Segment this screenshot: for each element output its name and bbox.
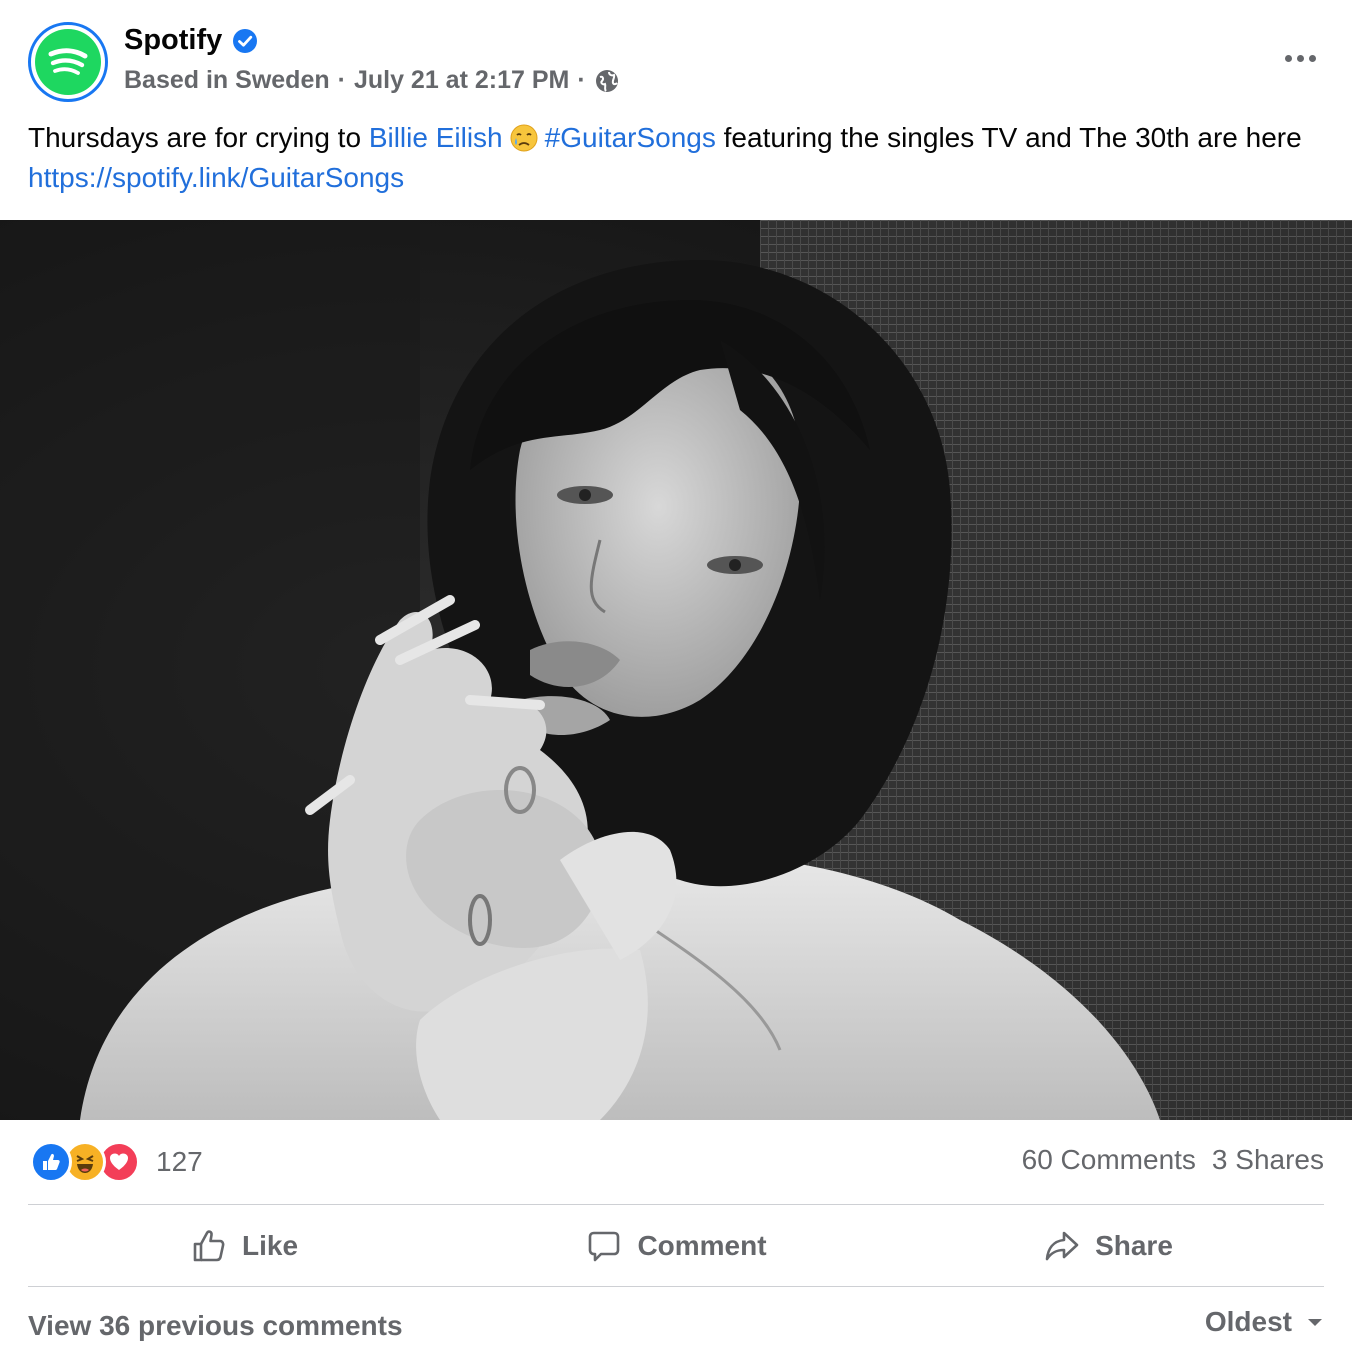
like-label: Like <box>241 1230 299 1261</box>
thumbs-up-icon <box>193 1230 225 1262</box>
divider <box>28 1204 1324 1205</box>
post-text-part1: Thursdays are for crying to <box>28 122 369 153</box>
verified-badge-icon <box>232 28 258 54</box>
comment-label: Comment <box>637 1230 767 1261</box>
share-arrow-icon <box>1045 1231 1079 1261</box>
dot <box>1308 54 1316 62</box>
url-link[interactable]: https://spotify.link/GuitarSongs <box>28 162 404 193</box>
post-text: Thursdays are for crying to Billie Eilis… <box>28 118 1328 198</box>
hashtag-link[interactable]: #GuitarSongs <box>545 122 716 153</box>
caret-down-icon <box>1308 1319 1322 1326</box>
like-reaction-icon <box>30 1141 72 1183</box>
post-text-part2: featuring the singles TV and The 30th ar… <box>715 122 1302 153</box>
post-photo[interactable] <box>0 220 1352 1120</box>
page-avatar[interactable] <box>28 22 108 102</box>
comment-button[interactable]: Comment <box>460 1206 892 1286</box>
reactions-summary[interactable]: 127 <box>30 1141 203 1183</box>
page-name-row: Spotify <box>124 24 258 57</box>
post-actions: Like Comment Share <box>28 1206 1324 1286</box>
meta-separator: · <box>577 66 586 94</box>
mention-link[interactable]: Billie Eilish <box>369 122 503 153</box>
post-meta: Based in Sweden · July 21 at 2:17 PM · <box>124 66 620 95</box>
dot <box>1296 54 1304 62</box>
location-label: Based in Sweden <box>124 66 330 94</box>
sort-label: Oldest <box>1204 1306 1292 1337</box>
portrait-image <box>0 220 1352 1120</box>
more-options-button[interactable] <box>1276 40 1324 76</box>
post-stats: 127 60 Comments 3 Shares <box>28 1138 1324 1188</box>
share-label: Share <box>1095 1230 1173 1261</box>
engagement-counts: 60 Comments 3 Shares <box>1022 1144 1324 1176</box>
dot <box>1284 54 1292 62</box>
view-previous-comments-link[interactable]: View 36 previous comments <box>28 1310 403 1342</box>
like-button[interactable]: Like <box>28 1206 460 1286</box>
post-timestamp[interactable]: July 21 at 2:17 PM <box>354 66 569 95</box>
meta-separator: · <box>337 66 346 94</box>
crying-face-emoji-icon <box>509 123 539 153</box>
comments-count[interactable]: 60 Comments <box>1022 1144 1196 1176</box>
reaction-count: 127 <box>156 1146 203 1177</box>
divider <box>28 1286 1324 1287</box>
speech-bubble-icon <box>589 1231 620 1262</box>
facebook-post: Spotify Based in Sweden · July 21 at 2:1… <box>0 0 1352 1360</box>
share-button[interactable]: Share <box>892 1206 1324 1286</box>
shares-count[interactable]: 3 Shares <box>1212 1144 1324 1176</box>
post-header: Spotify Based in Sweden · July 21 at 2:1… <box>0 0 1352 110</box>
spotify-logo-icon <box>35 29 101 95</box>
page-name[interactable]: Spotify <box>124 24 222 57</box>
comment-sort-dropdown[interactable]: Oldest <box>1205 1306 1324 1338</box>
globe-icon <box>594 68 620 94</box>
